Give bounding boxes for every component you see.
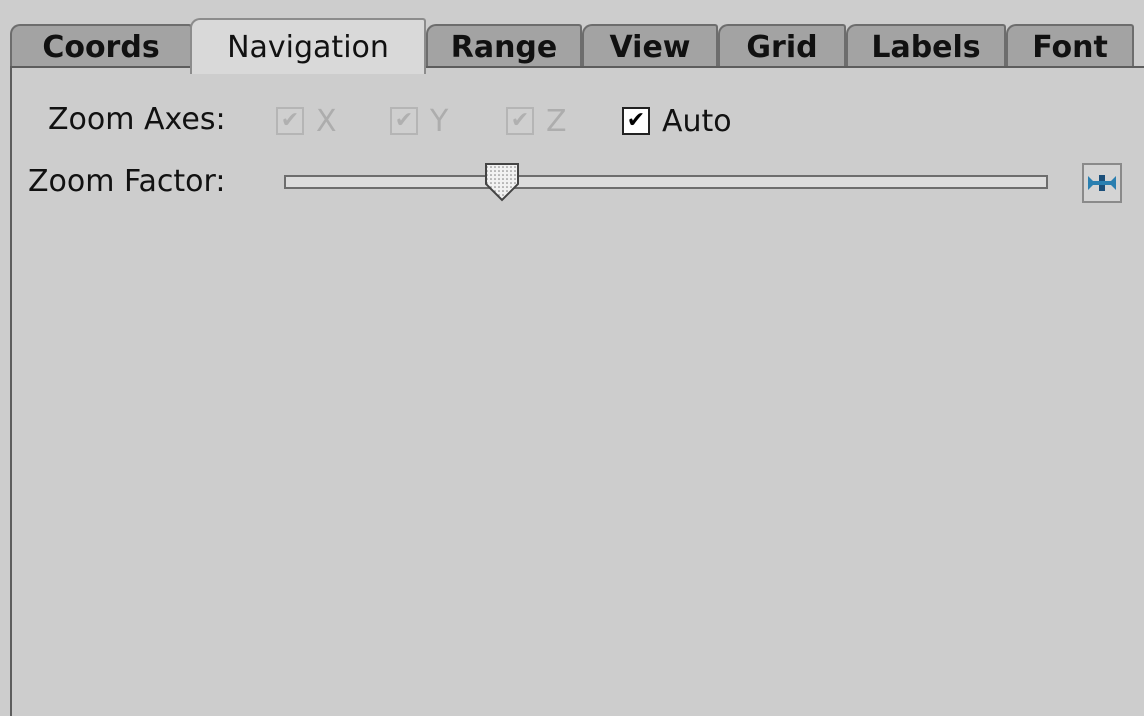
- tab-view[interactable]: View: [582, 24, 718, 68]
- zoom-reset-button[interactable]: [1082, 163, 1122, 203]
- zoom-axis-x-checkbox[interactable]: ✔ X: [276, 103, 337, 139]
- zoom-axis-x-label: X: [316, 103, 337, 139]
- zoom-auto-checkbox[interactable]: ✔ Auto: [622, 103, 732, 139]
- zoom-axis-z-checkbox[interactable]: ✔ Z: [506, 103, 567, 139]
- zoom-axis-y-checkbox[interactable]: ✔ Y: [390, 103, 449, 139]
- tab-font[interactable]: Font: [1006, 24, 1134, 68]
- zoom-axis-z-label: Z: [546, 103, 567, 139]
- checkmark-icon: ✔: [276, 107, 304, 135]
- checkmark-icon: ✔: [390, 107, 418, 135]
- checkmark-icon: ✔: [622, 107, 650, 135]
- checkmark-icon: ✔: [506, 107, 534, 135]
- tab-labels[interactable]: Labels: [846, 24, 1006, 68]
- zoom-axes-label: Zoom Axes:: [48, 102, 226, 137]
- reset-arrows-icon: [1088, 175, 1116, 191]
- tab-range[interactable]: Range: [426, 24, 582, 68]
- tab-navigation[interactable]: Navigation: [190, 18, 426, 74]
- tab-strip: Coords Navigation Range View Grid Labels…: [10, 10, 1144, 74]
- zoom-axis-y-label: Y: [430, 103, 449, 139]
- zoom-auto-label: Auto: [662, 103, 732, 139]
- zoom-factor-slider-thumb[interactable]: [482, 162, 522, 202]
- zoom-factor-label: Zoom Factor:: [28, 164, 226, 199]
- zoom-factor-slider-track[interactable]: [284, 175, 1048, 189]
- tab-coords[interactable]: Coords: [10, 24, 192, 68]
- tab-grid[interactable]: Grid: [718, 24, 846, 68]
